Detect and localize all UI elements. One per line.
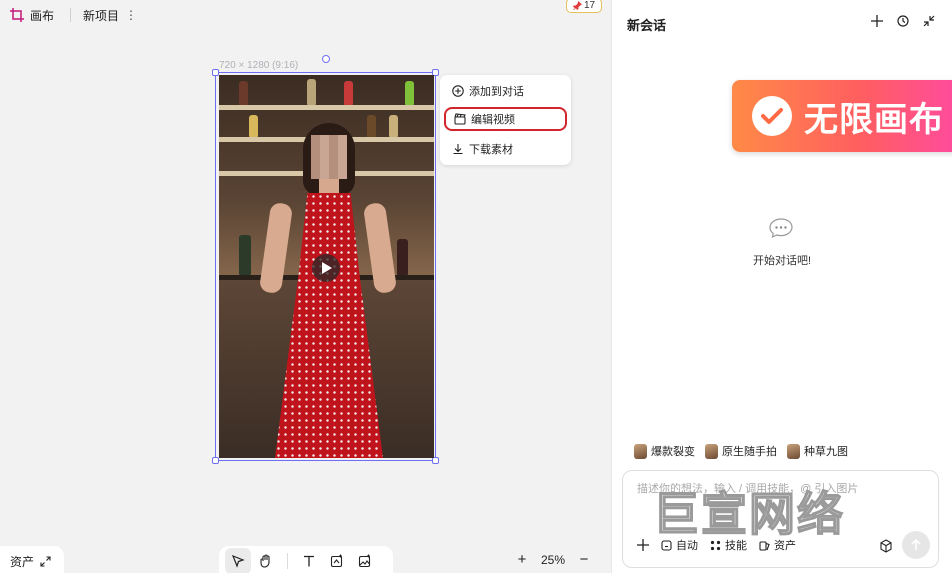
pin-count: 17 <box>583 0 596 11</box>
edit-video-menu-item[interactable]: 编辑视频 <box>444 107 567 131</box>
plus-icon <box>871 15 883 27</box>
assets-button[interactable]: 资产 <box>0 546 64 573</box>
auto-icon <box>661 539 672 551</box>
bottle <box>249 115 258 137</box>
crop-icon <box>10 8 24 22</box>
zoom-controls: + 25% − <box>513 552 593 567</box>
add-to-chat-menu-item[interactable]: 添加到对话 <box>444 79 567 103</box>
rotate-handle[interactable] <box>322 55 330 63</box>
canvas-label: 画布 <box>30 8 55 23</box>
text-icon <box>304 555 314 567</box>
bottle <box>405 81 414 105</box>
composer-assets-button[interactable]: 资产 <box>759 537 796 553</box>
context-menu: 添加到对话 编辑视频 下载素材 <box>440 75 571 165</box>
auto-mode-button[interactable]: 自动 <box>661 537 698 553</box>
suggestion-chips: 爆款裂变 原生随手拍 种草九图 <box>634 443 848 459</box>
more-icon[interactable]: ⋮ <box>123 8 139 22</box>
zoom-level: 25% <box>541 553 566 567</box>
image-tool[interactable] <box>352 548 378 573</box>
send-button[interactable] <box>902 531 930 559</box>
assets-label: 资产 <box>10 554 35 569</box>
select-tool[interactable] <box>225 548 251 573</box>
project-name-button[interactable]: 新项目 ⋮ <box>83 7 139 24</box>
project-name: 新项目 <box>83 8 120 23</box>
edit-video-label: 编辑视频 <box>471 114 515 126</box>
text-tool[interactable] <box>296 548 322 573</box>
zoom-in-button[interactable]: + <box>513 552 531 567</box>
clock-icon <box>897 15 909 27</box>
pin-icon <box>572 1 582 10</box>
attach-button[interactable] <box>637 539 649 551</box>
chip-native-snapshot[interactable]: 原生随手拍 <box>705 443 777 459</box>
download-asset-menu-item[interactable]: 下载素材 <box>444 137 567 161</box>
chip-thumbnail <box>705 443 718 459</box>
download-asset-label: 下载素材 <box>469 144 513 156</box>
chat-input[interactable] <box>637 483 917 495</box>
auto-label: 自动 <box>676 540 698 552</box>
image-icon <box>358 554 371 568</box>
ai-edit-icon <box>330 554 343 568</box>
bottle <box>344 81 353 105</box>
resize-handle-top-left[interactable] <box>212 69 219 76</box>
plus-icon <box>637 539 649 551</box>
cube-icon[interactable] <box>879 539 893 553</box>
hand-icon <box>260 554 270 568</box>
play-icon <box>322 262 332 274</box>
infinite-canvas-banner: 无限画布 <box>732 80 952 152</box>
skills-icon <box>710 540 721 550</box>
bottle <box>397 239 408 275</box>
hand-tool[interactable] <box>253 548 279 573</box>
chip-thumbnail <box>634 443 647 459</box>
skills-label: 技能 <box>725 540 747 552</box>
chat-bubble-icon <box>769 218 793 238</box>
banner-text: 无限画布 <box>804 100 944 139</box>
top-bar: 画布 新项目 ⋮ <box>0 0 139 30</box>
bottle <box>307 79 316 105</box>
download-icon <box>453 144 463 155</box>
blurred-face <box>311 135 347 179</box>
canvas-tab[interactable]: 画布 <box>10 7 54 24</box>
bottle <box>239 81 248 105</box>
shelf <box>219 105 434 110</box>
bottle <box>239 235 251 275</box>
chip-nine-grid[interactable]: 种草九图 <box>787 443 848 459</box>
check-circle-icon <box>752 96 792 136</box>
collapse-panel-button[interactable] <box>922 14 936 28</box>
empty-chat-text: 开始对话吧! <box>752 255 812 267</box>
ai-edit-tool[interactable] <box>324 548 350 573</box>
pin-badge[interactable]: 17 <box>566 0 602 13</box>
arrow-up-icon <box>911 539 921 550</box>
chat-title: 新会话 <box>627 18 667 33</box>
assets-icon <box>759 540 770 551</box>
chat-composer: 自动 技能 资产 <box>622 470 939 568</box>
new-chat-button[interactable] <box>870 14 884 28</box>
bottle <box>389 115 398 137</box>
divider <box>70 8 72 22</box>
chip-viral-remix[interactable]: 爆款裂变 <box>634 443 695 459</box>
plus-circle-icon <box>452 85 464 97</box>
composer-actions: 自动 技能 资产 <box>637 537 796 553</box>
bottle <box>367 115 376 137</box>
resize-handle-bottom-right[interactable] <box>432 457 439 464</box>
chat-panel-actions <box>870 14 936 28</box>
chip-label: 种草九图 <box>804 446 848 458</box>
clapperboard-icon <box>454 113 466 125</box>
skills-button[interactable]: 技能 <box>710 537 747 553</box>
play-button[interactable] <box>312 254 340 282</box>
zoom-out-button[interactable]: − <box>575 552 593 567</box>
history-button[interactable] <box>896 14 910 28</box>
chip-thumbnail <box>787 443 800 459</box>
toolbar-divider <box>287 553 288 569</box>
chip-label: 原生随手拍 <box>722 446 777 458</box>
composer-assets-label: 资产 <box>774 540 796 552</box>
expand-icon <box>40 555 51 567</box>
resize-handle-bottom-left[interactable] <box>212 457 219 464</box>
frame-size-label: 720 × 1280 (9:16) <box>219 60 299 71</box>
cursor-icon <box>231 554 245 568</box>
chat-panel: 新会话 无限画布 开始对话吧! 爆款裂变 原生随手拍 种草九图 描述你的想法，输… <box>611 0 952 573</box>
collapse-icon <box>923 15 935 27</box>
chip-label: 爆款裂变 <box>651 446 695 458</box>
canvas-toolbar <box>219 546 393 573</box>
add-to-chat-label: 添加到对话 <box>469 86 524 98</box>
